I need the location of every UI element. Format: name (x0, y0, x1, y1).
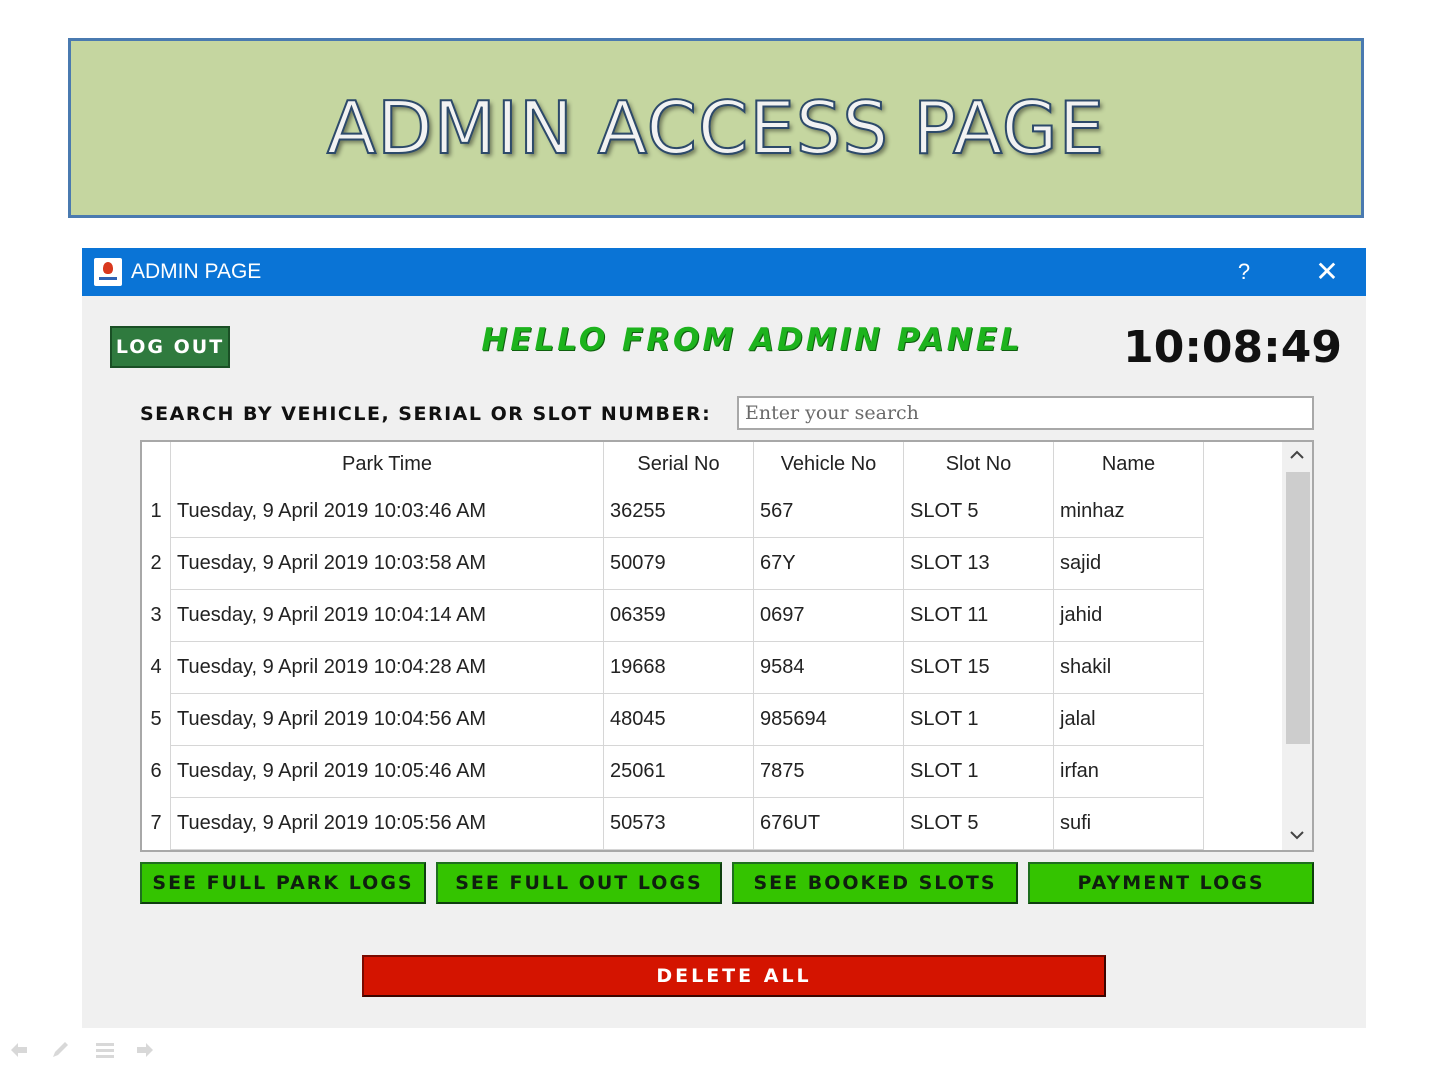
cell-vehicle-no[interactable]: 9584 (753, 641, 904, 694)
table-scrollbar[interactable] (1282, 442, 1312, 850)
cell-serial-no[interactable]: 06359 (603, 589, 754, 642)
arrow-left-icon[interactable] (8, 1040, 30, 1066)
table-row[interactable]: 2 Tuesday, 9 April 2019 10:03:58 AM 5007… (142, 537, 1204, 590)
row-number-header (142, 442, 171, 486)
column-header-park-time[interactable]: Park Time (170, 442, 604, 486)
cell-park-time[interactable]: Tuesday, 9 April 2019 10:04:56 AM (170, 693, 604, 746)
row-number: 2 (142, 537, 171, 590)
scrollbar-thumb[interactable] (1286, 472, 1310, 744)
close-button[interactable]: ✕ (1312, 257, 1342, 287)
cell-park-time[interactable]: Tuesday, 9 April 2019 10:04:14 AM (170, 589, 604, 642)
cell-park-time[interactable]: Tuesday, 9 April 2019 10:04:28 AM (170, 641, 604, 694)
cell-park-time[interactable]: Tuesday, 9 April 2019 10:03:58 AM (170, 537, 604, 590)
cell-slot-no[interactable]: SLOT 5 (903, 486, 1054, 538)
cell-vehicle-no[interactable]: 7875 (753, 745, 904, 798)
row-number: 4 (142, 641, 171, 694)
cell-vehicle-no[interactable]: 67Y (753, 537, 904, 590)
app-logo-icon (94, 258, 122, 286)
park-log-table: Park Time Serial No Vehicle No Slot No N… (140, 440, 1314, 852)
search-input[interactable] (737, 396, 1314, 430)
see-full-park-logs-button[interactable]: SEE FULL PARK LOGS (140, 862, 426, 904)
cell-slot-no[interactable]: SLOT 5 (903, 797, 1054, 850)
cell-serial-no[interactable]: 48045 (603, 693, 754, 746)
cell-vehicle-no[interactable]: 676UT (753, 797, 904, 850)
chevron-down-icon[interactable] (1282, 822, 1312, 850)
cell-park-time[interactable]: Tuesday, 9 April 2019 10:03:46 AM (170, 486, 604, 538)
search-label: SEARCH BY VEHICLE, SERIAL OR SLOT NUMBER… (140, 403, 712, 425)
see-full-out-logs-button[interactable]: SEE FULL OUT LOGS (436, 862, 722, 904)
table-row[interactable]: 4 Tuesday, 9 April 2019 10:04:28 AM 1966… (142, 641, 1204, 694)
table-row[interactable]: 1 Tuesday, 9 April 2019 10:03:46 AM 3625… (142, 486, 1204, 538)
table-row[interactable]: 5 Tuesday, 9 April 2019 10:04:56 AM 4804… (142, 693, 1204, 746)
cell-park-time[interactable]: Tuesday, 9 April 2019 10:05:56 AM (170, 797, 604, 850)
cell-park-time[interactable]: Tuesday, 9 April 2019 10:05:46 AM (170, 745, 604, 798)
cell-serial-no[interactable]: 50079 (603, 537, 754, 590)
column-header-serial-no[interactable]: Serial No (603, 442, 754, 486)
cell-slot-no[interactable]: SLOT 13 (903, 537, 1054, 590)
cell-serial-no[interactable]: 36255 (603, 486, 754, 538)
clock-display: 10:08:49 (1123, 322, 1342, 373)
cell-vehicle-no[interactable]: 985694 (753, 693, 904, 746)
cell-name[interactable]: jahid (1053, 589, 1204, 642)
cell-slot-no[interactable]: SLOT 15 (903, 641, 1054, 694)
row-number: 3 (142, 589, 171, 642)
admin-window: ADMIN PAGE ? ✕ LOG OUT HELLO FROM ADMIN … (82, 248, 1366, 1028)
delete-all-button[interactable]: DELETE ALL (362, 955, 1106, 997)
column-header-name[interactable]: Name (1053, 442, 1204, 486)
cell-name[interactable]: irfan (1053, 745, 1204, 798)
data-table: Park Time Serial No Vehicle No Slot No N… (142, 442, 1204, 850)
logout-button[interactable]: LOG OUT (110, 326, 230, 368)
slide-banner: ADMIN ACCESS PAGE (68, 38, 1364, 218)
row-number: 5 (142, 693, 171, 746)
pen-icon[interactable] (50, 1040, 72, 1066)
cell-serial-no[interactable]: 25061 (603, 745, 754, 798)
banner-title: ADMIN ACCESS PAGE (326, 85, 1106, 171)
cell-name[interactable]: minhaz (1053, 486, 1204, 538)
cell-slot-no[interactable]: SLOT 11 (903, 589, 1054, 642)
row-number: 6 (142, 745, 171, 798)
see-booked-slots-button[interactable]: SEE BOOKED SLOTS (732, 862, 1018, 904)
cell-serial-no[interactable]: 19668 (603, 641, 754, 694)
help-button[interactable]: ? (1230, 257, 1258, 287)
menu-icon[interactable] (94, 1040, 116, 1066)
chevron-up-icon[interactable] (1282, 442, 1312, 470)
table-row[interactable]: 7 Tuesday, 9 April 2019 10:05:56 AM 5057… (142, 797, 1204, 850)
table-header-row: Park Time Serial No Vehicle No Slot No N… (142, 442, 1204, 486)
cell-name[interactable]: jalal (1053, 693, 1204, 746)
log-buttons-row: SEE FULL PARK LOGS SEE FULL OUT LOGS SEE… (140, 862, 1314, 904)
cell-slot-no[interactable]: SLOT 1 (903, 745, 1054, 798)
greeting-heading: HELLO FROM ADMIN PANEL (481, 322, 1023, 358)
cell-name[interactable]: shakil (1053, 641, 1204, 694)
cell-slot-no[interactable]: SLOT 1 (903, 693, 1054, 746)
payment-logs-button[interactable]: PAYMENT LOGS (1028, 862, 1314, 904)
window-titlebar: ADMIN PAGE ? ✕ (82, 248, 1366, 296)
window-title: ADMIN PAGE (131, 260, 262, 283)
cell-serial-no[interactable]: 50573 (603, 797, 754, 850)
row-number: 1 (142, 486, 171, 538)
arrow-right-icon[interactable] (134, 1040, 156, 1066)
slideshow-nav (8, 1040, 158, 1062)
column-header-vehicle-no[interactable]: Vehicle No (753, 442, 904, 486)
cell-vehicle-no[interactable]: 0697 (753, 589, 904, 642)
row-number: 7 (142, 797, 171, 850)
table-row[interactable]: 3 Tuesday, 9 April 2019 10:04:14 AM 0635… (142, 589, 1204, 642)
cell-vehicle-no[interactable]: 567 (753, 486, 904, 538)
cell-name[interactable]: sufi (1053, 797, 1204, 850)
column-header-slot-no[interactable]: Slot No (903, 442, 1054, 486)
cell-name[interactable]: sajid (1053, 537, 1204, 590)
table-row[interactable]: 6 Tuesday, 9 April 2019 10:05:46 AM 2506… (142, 745, 1204, 798)
